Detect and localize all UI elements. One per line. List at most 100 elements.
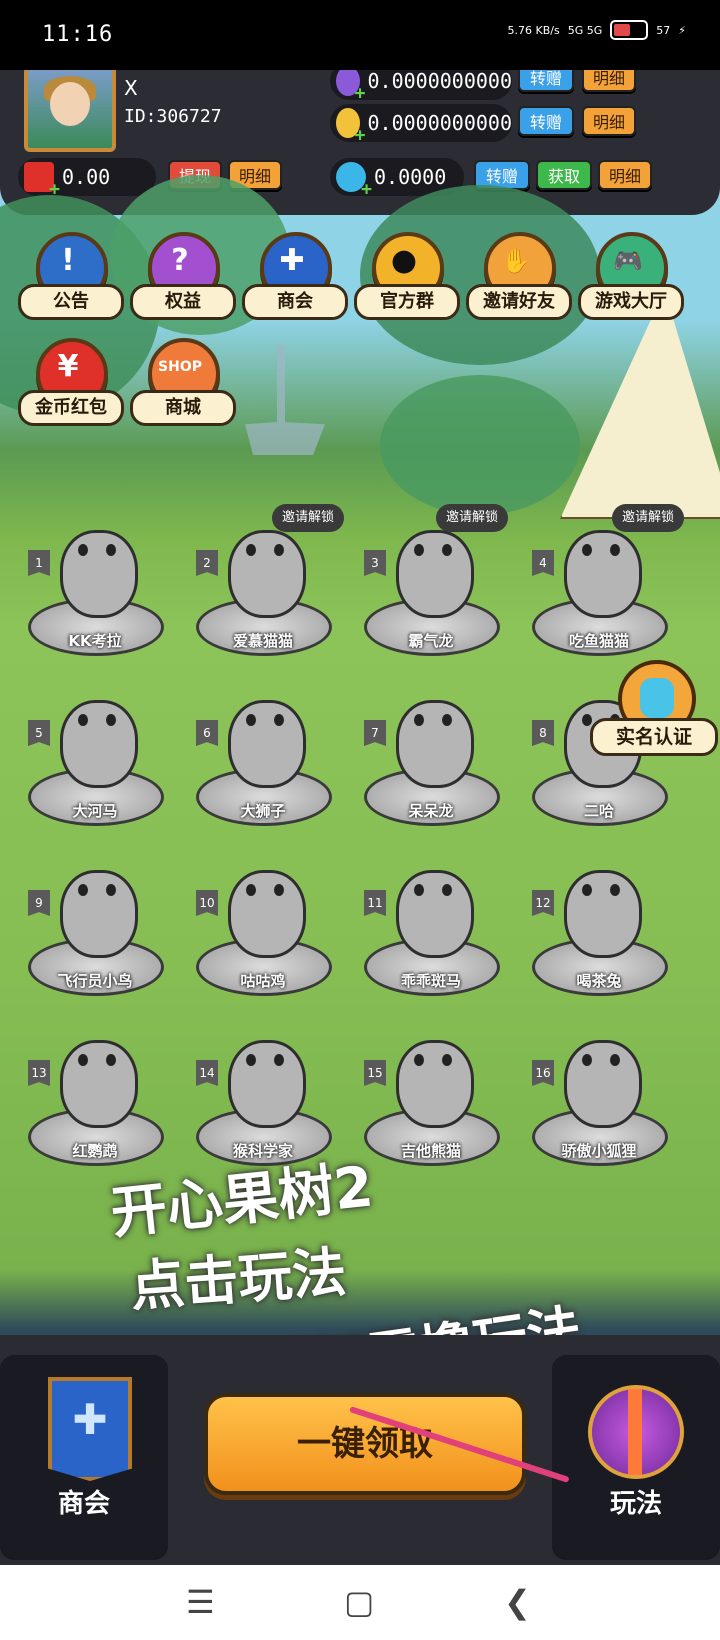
realname-label: 实名认证 — [590, 718, 718, 756]
animal-name: 吉他熊猫 — [400, 1142, 461, 1160]
menu-icon[interactable]: ☰ — [186, 1583, 215, 1621]
animal-name: 霸气龙 — [408, 632, 454, 650]
back-icon[interactable]: ❮ — [504, 1583, 531, 1621]
invite-unlock-tag[interactable]: 邀请解锁 — [612, 504, 685, 532]
slot-number-badge: 14 — [196, 1060, 218, 1086]
animal-slot[interactable]: 1 KK考拉 — [20, 510, 170, 675]
slot-number-badge: 5 — [28, 720, 50, 746]
charging-icon: ⚡ — [678, 23, 686, 37]
claim-all-button[interactable]: 一键领取 — [204, 1393, 526, 1495]
menu-game-hall[interactable]: 🎮 游戏大厅 — [578, 232, 684, 332]
diamond-balance: 0.0000000000 — [330, 70, 513, 104]
animal-slot[interactable]: 10 咕咕鸡 — [188, 850, 338, 1015]
diamond-detail-button[interactable]: 明细 — [582, 70, 636, 92]
slot-number-badge: 9 — [28, 890, 50, 916]
menu-label: 邀请好友 — [466, 284, 572, 320]
user-name: X — [124, 76, 138, 100]
status-icons: 5.76 KB/s 5G 5G 57 ⚡ — [508, 20, 686, 40]
user-id: ID:306727 — [124, 106, 222, 127]
gameplay-button[interactable]: 玩法 — [552, 1355, 720, 1560]
diamond-value: 0.0000000000 — [367, 70, 513, 93]
animal-name: 二哈 — [583, 802, 614, 820]
status-bar: 11:16 5.76 KB/s 5G 5G 57 ⚡ — [0, 0, 720, 70]
avatar[interactable] — [24, 70, 116, 152]
animal-name: 大河马 — [72, 802, 118, 820]
slot-number-badge: 1 — [28, 550, 50, 576]
guild-button[interactable]: 商会 — [0, 1355, 168, 1560]
animal-slot[interactable]: 12 喝茶兔 — [524, 850, 674, 1015]
gold-transfer-button[interactable]: 转赠 — [518, 106, 574, 136]
invite-unlock-tag[interactable]: 邀请解锁 — [436, 504, 509, 532]
animal-name: 飞行员小鸟 — [57, 972, 133, 990]
slot-number-badge: 6 — [196, 720, 218, 746]
menu-rights[interactable]: ? 权益 — [130, 232, 236, 332]
gem-detail-button[interactable]: 明细 — [598, 160, 652, 190]
slot-number-badge: 10 — [196, 890, 218, 916]
slot-number-badge: 12 — [532, 890, 554, 916]
menu-label: 游戏大厅 — [578, 284, 684, 320]
animal-slot[interactable]: 16 骄傲小狐狸 — [524, 1020, 674, 1185]
animal-slot[interactable]: 5 大河马 — [20, 680, 170, 845]
slot-number-badge: 8 — [532, 720, 554, 746]
animal-slot[interactable]: 2 爱慕猫猫 — [188, 510, 338, 675]
slot-number-badge: 3 — [364, 550, 386, 576]
animal-name: 骄傲小狐狸 — [561, 1142, 637, 1160]
redpacket-value: 0.00 — [62, 165, 111, 189]
guild-label: 商会 — [57, 1489, 110, 1519]
slot-number-badge: 4 — [532, 550, 554, 576]
menu-announcement[interactable]: ! 公告 — [18, 232, 124, 332]
redpacket-icon — [24, 162, 60, 200]
game-screen: X ID:306727 0.0000000000 转赠 明细 0.0000000… — [0, 70, 720, 1565]
battery-level: 57 — [656, 23, 671, 37]
menu-label: 权益 — [130, 284, 236, 320]
gem-obtain-button[interactable]: 获取 — [536, 160, 592, 190]
diamond-transfer-button[interactable]: 转赠 — [518, 70, 574, 92]
slot-number-badge: 13 — [28, 1060, 50, 1086]
animal-slot[interactable]: 6 大狮子 — [188, 680, 338, 845]
menu-official-group[interactable]: ● 官方群 — [354, 232, 460, 332]
diamond-icon — [336, 70, 365, 104]
network-speed: 5.76 KB/s — [507, 23, 560, 37]
menu-guild[interactable]: ✚ 商会 — [242, 232, 348, 332]
system-nav-bar: ☰ ▢ ❮ — [0, 1565, 720, 1640]
slot-number-badge: 11 — [364, 890, 386, 916]
animal-name: KK考拉 — [68, 632, 122, 650]
gem-icon — [336, 162, 372, 200]
animal-slot[interactable]: 15 吉他熊猫 — [356, 1020, 506, 1185]
guild-banner-icon — [48, 1377, 132, 1481]
overlay-line-2: 点击玩法 — [128, 1240, 349, 1319]
gem-value: 0.0000 — [374, 165, 447, 189]
animal-slot[interactable]: 13 红鹦鹉 — [20, 1020, 170, 1185]
menu-invite-friends[interactable]: ✋ 邀请好友 — [466, 232, 572, 332]
menu-label: 公告 — [18, 284, 124, 320]
menu-shop[interactable]: SHOP 商城 — [130, 338, 236, 438]
ship-icon — [245, 345, 325, 455]
menu-coin-redpacket[interactable]: ¥ 金币红包 — [18, 338, 124, 438]
animal-name: 咕咕鸡 — [240, 972, 286, 990]
animal-slot[interactable]: 9 飞行员小鸟 — [20, 850, 170, 1015]
slot-number-badge: 7 — [364, 720, 386, 746]
clock: 11:16 — [42, 22, 114, 47]
animal-slot[interactable]: 11 乖乖斑马 — [356, 850, 506, 1015]
gold-balance: 0.0000000000 — [330, 104, 513, 146]
redpacket-balance: 0.00 — [18, 158, 156, 200]
animal-slot[interactable]: 4 吃鱼猫猫 — [524, 510, 674, 675]
animal-slot[interactable]: 7 呆呆龙 — [356, 680, 506, 845]
animal-name: 乖乖斑马 — [400, 972, 461, 990]
animal-slot[interactable]: 3 霸气龙 — [356, 510, 506, 675]
invite-unlock-tag[interactable]: 邀请解锁 — [272, 504, 345, 532]
animal-name: 喝茶兔 — [576, 972, 622, 990]
animal-name: 大狮子 — [240, 802, 286, 820]
animal-name: 呆呆龙 — [408, 802, 454, 820]
animal-name: 吃鱼猫猫 — [568, 632, 629, 650]
gold-detail-button[interactable]: 明细 — [582, 106, 636, 136]
animal-name: 爱慕猫猫 — [232, 632, 293, 650]
gold-value: 0.0000000000 — [367, 111, 513, 135]
home-icon[interactable]: ▢ — [344, 1583, 374, 1621]
slot-number-badge: 15 — [364, 1060, 386, 1086]
menu-label: 商会 — [242, 284, 348, 320]
gift-box-icon — [588, 1385, 684, 1479]
animal-name: 红鹦鹉 — [72, 1142, 118, 1160]
realname-verify[interactable]: 实名认证 — [590, 660, 720, 770]
battery-icon — [610, 20, 649, 40]
